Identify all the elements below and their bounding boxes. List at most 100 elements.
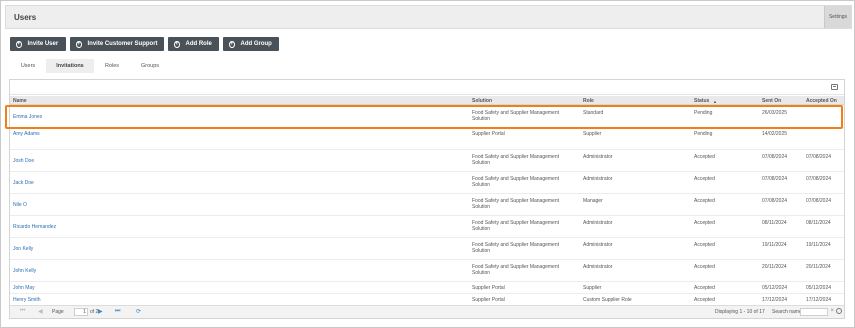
plus-icon: + — [76, 40, 82, 48]
accepted-on-cell: 19/11/2024 — [806, 242, 831, 248]
table-row[interactable]: Josh Doe Food Safety and Supplier Managem… — [10, 150, 844, 172]
user-name-link[interactable]: Amy Adams — [13, 131, 40, 137]
first-page-icon[interactable]: ⏮ — [20, 308, 25, 315]
sent-on-cell: 17/12/2024 — [762, 297, 788, 303]
last-page-icon[interactable]: ⏭ — [115, 308, 120, 315]
user-name-link[interactable]: John May — [13, 285, 35, 291]
column-header-accepted-on[interactable]: Accepted On — [806, 98, 837, 104]
user-name-link[interactable]: Jack Doe — [13, 180, 34, 186]
status-cell: Accepted — [694, 154, 715, 160]
invite-customer-support-label: Invite Customer Support — [87, 41, 158, 47]
search-name-input[interactable] — [800, 308, 828, 316]
accepted-on-cell: 20/11/2024 — [806, 264, 831, 270]
sent-on-cell: 08/11/2024 — [762, 220, 787, 226]
column-header-solution[interactable]: Solution — [472, 98, 492, 104]
role-cell: Custom Supplier Role — [583, 297, 632, 303]
column-header-role[interactable]: Role — [583, 98, 594, 104]
invite-user-button[interactable]: + Invite User — [10, 37, 66, 51]
table-row[interactable]: Ricardo Hernandez Food Safety and Supplie… — [10, 216, 844, 238]
sent-on-cell: 19/11/2024 — [762, 242, 787, 248]
pagination-bar: ⏮ ◀ Page 1 of 2 ▶ ⏭ ⟳ Displaying 1 - 10 … — [10, 305, 844, 318]
app-window: Users Settings + Invite User + Invite Cu… — [0, 0, 855, 328]
solution-cell-line2: Solution — [472, 270, 491, 276]
sent-on-cell: 07/08/2024 — [762, 198, 788, 204]
role-cell: Administrator — [583, 220, 613, 226]
plus-icon: + — [229, 40, 235, 48]
solution-cell-line2: Solution — [472, 204, 491, 210]
add-group-label: Add Group — [240, 41, 272, 47]
user-name-link[interactable]: Josh Doe — [13, 158, 34, 164]
sent-on-cell: 14/02/2025 — [762, 131, 788, 137]
user-name-link[interactable]: Henry Smith — [13, 297, 41, 303]
status-cell: Accepted — [694, 264, 715, 270]
grid-toolbar — [10, 80, 844, 95]
add-group-button[interactable]: + Add Group — [223, 37, 279, 51]
user-name-link[interactable]: John Kelly — [13, 268, 36, 274]
add-role-label: Add Role — [185, 41, 212, 47]
column-header-sent-on[interactable]: Sent On — [762, 98, 781, 104]
status-cell: Accepted — [694, 242, 715, 248]
status-cell: Accepted — [694, 198, 715, 204]
invite-user-label: Invite User — [27, 41, 59, 47]
accepted-on-cell: 07/08/2024 — [806, 198, 832, 204]
user-name-link[interactable]: Ricardo Hernandez — [13, 224, 56, 230]
accepted-on-cell: 17/12/2024 — [806, 297, 832, 303]
sort-ascending-icon: ▲ — [713, 99, 717, 104]
status-cell: Accepted — [694, 176, 715, 182]
accepted-on-cell: 05/12/2024 — [806, 285, 832, 291]
accepted-on-cell: 08/11/2024 — [806, 220, 831, 226]
invite-customer-support-button[interactable]: + Invite Customer Support — [70, 37, 164, 51]
role-cell: Administrator — [583, 154, 613, 160]
tab-bar: Users Invitations Roles Groups — [10, 59, 170, 73]
status-cell: Accepted — [694, 285, 715, 291]
solution-cell: Supplier Portal — [472, 285, 505, 291]
next-page-icon[interactable]: ▶ — [98, 308, 103, 315]
solution-cell-line2: Solution — [472, 226, 491, 232]
prev-page-icon[interactable]: ◀ — [38, 308, 43, 315]
action-toolbar: + Invite User + Invite Customer Support … — [10, 37, 279, 51]
role-cell: Supplier — [583, 285, 602, 291]
tab-roles[interactable]: Roles — [94, 59, 130, 73]
table-row[interactable]: Nile O Food Safety and Supplier Managemen… — [10, 194, 844, 216]
sent-on-cell: 07/08/2024 — [762, 154, 788, 160]
status-cell: Pending — [694, 131, 713, 137]
status-cell: Accepted — [694, 220, 715, 226]
accepted-on-cell: 07/08/2024 — [806, 176, 832, 182]
clear-icon[interactable]: × — [830, 308, 834, 314]
search-icon[interactable] — [836, 308, 842, 314]
user-name-link[interactable]: Nile O — [13, 202, 27, 208]
settings-button[interactable]: Settings — [824, 6, 851, 28]
solution-cell: Supplier Portal — [472, 297, 505, 303]
table-row[interactable]: Amy Adams Supplier Portal Supplier Pending 1… — [10, 128, 844, 150]
table-row[interactable]: John May Supplier Portal Supplier Accepted 0… — [10, 282, 844, 294]
selected-row-highlight — [5, 105, 843, 129]
column-header-status[interactable]: Status — [694, 98, 709, 104]
role-cell: Administrator — [583, 242, 613, 248]
role-cell: Manager — [583, 198, 603, 204]
accepted-on-cell: 07/08/2024 — [806, 154, 832, 160]
solution-cell-line2: Solution — [472, 182, 491, 188]
column-header-name[interactable]: Name — [13, 98, 27, 104]
search-label: Search name — [772, 309, 802, 315]
paging-summary: Displaying 1 - 10 of 17 — [715, 309, 765, 315]
table-row[interactable]: Jon Kelly Food Safety and Supplier Manage… — [10, 238, 844, 260]
add-role-button[interactable]: + Add Role — [168, 37, 219, 51]
page-label: Page — [52, 309, 64, 315]
refresh-icon[interactable]: ⟳ — [136, 308, 141, 315]
sent-on-cell: 05/12/2024 — [762, 285, 788, 291]
columns-icon[interactable] — [831, 84, 838, 90]
table-row[interactable]: Jack Doe Food Safety and Supplier Managem… — [10, 172, 844, 194]
role-cell: Administrator — [583, 176, 613, 182]
tab-users[interactable]: Users — [10, 59, 46, 73]
page-number-input[interactable]: 1 — [74, 308, 88, 316]
plus-icon: + — [16, 40, 22, 48]
solution-cell: Supplier Portal — [472, 131, 505, 137]
sent-on-cell: 07/08/2024 — [762, 176, 788, 182]
tab-groups[interactable]: Groups — [130, 59, 170, 73]
sent-on-cell: 20/11/2024 — [762, 264, 787, 270]
role-cell: Supplier — [583, 131, 602, 137]
user-name-link[interactable]: Jon Kelly — [13, 246, 33, 252]
table-row[interactable]: John Kelly Food Safety and Supplier Manag… — [10, 260, 844, 282]
tab-invitations[interactable]: Invitations — [46, 59, 94, 73]
role-cell: Administrator — [583, 264, 613, 270]
